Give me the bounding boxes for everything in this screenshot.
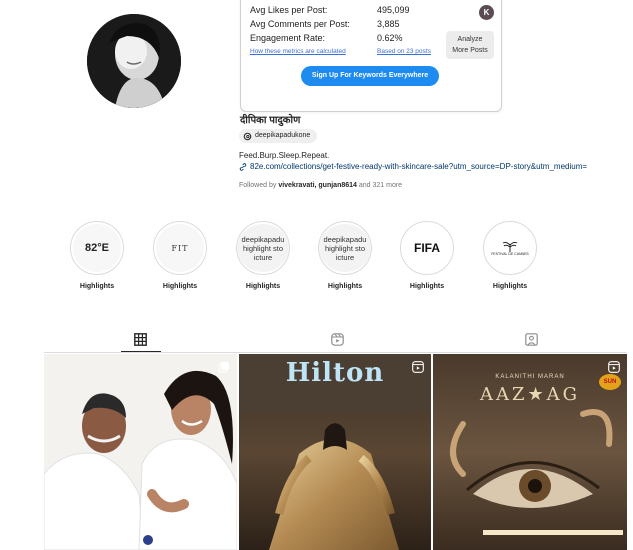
followed-by[interactable]: Followed by vivekravati, gunjan8614 and … xyxy=(239,182,402,189)
highlight-cover-text: FESTIVAL DE CANNES xyxy=(491,251,529,256)
highlight-label: Highlights xyxy=(327,283,363,290)
channel-logo: SUN xyxy=(599,374,621,390)
highlight-4[interactable]: deepikapadu highlight sto icture xyxy=(318,221,372,275)
highlight-2[interactable]: FIT xyxy=(153,221,207,275)
post-overlay-text: Hilton xyxy=(285,358,385,388)
engagement-rate-label: Engagement Rate: xyxy=(250,33,326,43)
threads-handle: deepikapadukone xyxy=(255,132,311,139)
tagged-icon xyxy=(525,333,538,346)
post-overlay-title: AAZ★AG xyxy=(479,384,581,405)
reel-icon xyxy=(608,361,620,373)
post-2[interactable]: Hilton xyxy=(239,354,431,550)
tab-tagged[interactable] xyxy=(525,333,538,351)
profile-username: दीपिका पादुकोण xyxy=(240,115,301,126)
reels-icon xyxy=(331,333,344,346)
highlight-6[interactable]: FESTIVAL DE CANNES xyxy=(483,221,537,275)
based-on-posts-link[interactable]: Based on 23 posts xyxy=(377,48,431,55)
metrics-info-link[interactable]: How these metrics are calculated xyxy=(250,48,346,55)
avg-comments-label: Avg Comments per Post: xyxy=(250,19,350,29)
carousel-icon xyxy=(218,362,229,373)
highlight-cover-text: deepikapadu highlight sto icture xyxy=(319,224,371,272)
analyze-label: Analyze xyxy=(457,36,483,43)
avg-likes-value: 495,099 xyxy=(377,5,410,15)
analyze-more-posts-button[interactable]: Analyze More Posts xyxy=(446,31,494,59)
highlight-cover: deepikapadu highlight sto icture xyxy=(318,221,372,275)
threads-badge[interactable]: deepikapadukone xyxy=(239,129,318,143)
avg-comments-value: 3,885 xyxy=(377,19,400,29)
highlight-1[interactable]: 82°E xyxy=(70,221,124,275)
highlight-cover-text: deepikapadu highlight sto icture xyxy=(237,224,289,272)
active-tab-indicator xyxy=(121,351,161,352)
profile-link-text: 82e.com/collections/get-festive-ready-wi… xyxy=(250,162,588,171)
highlight-3[interactable]: deepikapadu highlight sto icture xyxy=(236,221,290,275)
avg-likes-label: Avg Likes per Post: xyxy=(250,5,328,15)
highlight-cover: FIFA xyxy=(400,221,454,275)
highlight-cover: FESTIVAL DE CANNES xyxy=(483,221,537,275)
profile-avatar[interactable] xyxy=(87,14,181,108)
tabs-divider xyxy=(44,352,627,353)
highlight-label: Highlights xyxy=(409,283,445,290)
cannes-logo: FESTIVAL DE CANNES xyxy=(486,224,534,272)
signup-keywords-everywhere-button[interactable]: Sign Up For Keywords Everywhere xyxy=(301,66,439,86)
highlight-label: Highlights xyxy=(162,283,198,290)
avatar-photo xyxy=(87,14,181,108)
post-image xyxy=(44,354,237,550)
followed-by-names: vivekravati, gunjan8614 xyxy=(278,182,357,189)
highlight-cover-text: 82°E xyxy=(73,224,121,272)
reel-icon xyxy=(412,361,424,373)
post-overlay-credit: KALANITHI MARAN xyxy=(495,374,565,380)
highlight-cover-text: FIFA xyxy=(403,224,451,272)
threads-icon xyxy=(243,132,252,140)
more-posts-label: More Posts xyxy=(452,47,488,54)
tab-reels[interactable] xyxy=(331,333,344,351)
engagement-rate-value: 0.62% xyxy=(377,33,403,43)
highlight-label: Highlights xyxy=(245,283,281,290)
highlight-cover: FIT xyxy=(153,221,207,275)
profile-bio: Feed.Burp.Sleep.Repeat. xyxy=(239,151,330,160)
keywords-everywhere-logo-icon: K xyxy=(479,5,494,20)
highlight-5[interactable]: FIFA xyxy=(400,221,454,275)
followed-by-suffix: and 321 more xyxy=(358,182,403,189)
highlight-cover-text: FIT xyxy=(156,224,204,272)
highlight-label: Highlights xyxy=(79,283,115,290)
tab-posts[interactable] xyxy=(134,333,147,351)
post-1[interactable] xyxy=(44,354,237,550)
link-icon xyxy=(239,162,247,171)
grid-icon xyxy=(134,333,147,346)
palm-icon xyxy=(502,241,518,252)
followed-by-prefix: Followed by xyxy=(239,182,277,189)
highlight-label: Highlights xyxy=(492,283,528,290)
highlight-cover: deepikapadu highlight sto icture xyxy=(236,221,290,275)
post-3[interactable]: KALANITHI MARAN AAZ★AG SUN xyxy=(433,354,627,550)
highlight-cover: 82°E xyxy=(70,221,124,275)
profile-link[interactable]: 82e.com/collections/get-festive-ready-wi… xyxy=(239,162,587,171)
